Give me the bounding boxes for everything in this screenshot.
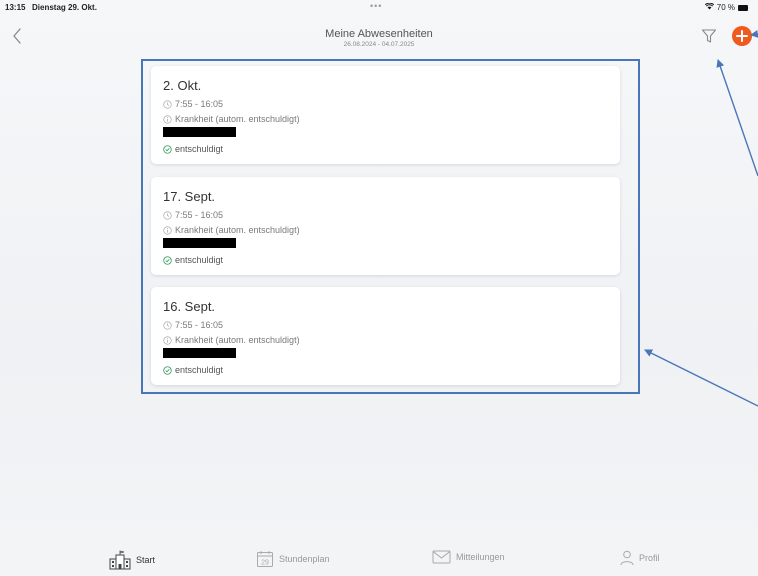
annotation-highlight-box bbox=[141, 59, 640, 394]
tab-stundenplan-label: Stundenplan bbox=[279, 554, 330, 564]
battery-percent: 70 % bbox=[716, 3, 735, 12]
tab-start-label: Start bbox=[136, 555, 156, 565]
mail-icon bbox=[432, 550, 451, 564]
school-icon bbox=[109, 550, 131, 570]
person-icon bbox=[620, 550, 634, 566]
tab-start[interactable]: Start bbox=[109, 550, 155, 570]
multitask-dots[interactable]: ••• bbox=[370, 1, 382, 11]
calendar-icon: 29 bbox=[257, 551, 273, 567]
filter-icon bbox=[701, 29, 717, 43]
header-title-block: Meine Abwesenheiten 26.08.2024 - 04.07.2… bbox=[0, 28, 758, 48]
battery-icon bbox=[738, 4, 748, 11]
add-absence-button[interactable] bbox=[732, 26, 752, 46]
filter-button[interactable] bbox=[700, 27, 718, 45]
tab-mitteilungen-label: Mitteilungen bbox=[456, 552, 505, 562]
plus-circle-icon bbox=[736, 30, 748, 42]
page-title: Meine Abwesenheiten bbox=[325, 28, 433, 40]
calendar-day: 29 bbox=[261, 560, 269, 567]
annotation-arrow bbox=[716, 59, 758, 177]
tab-profil[interactable]: Profil bbox=[620, 550, 660, 566]
status-bar: 13:15 Dienstag 29. Okt. ••• 70 % bbox=[0, 0, 758, 14]
tab-mitteilungen[interactable]: Mitteilungen bbox=[432, 550, 505, 564]
status-right: 70 % bbox=[704, 2, 748, 12]
status-time: 13:15 bbox=[5, 3, 26, 12]
page-subtitle: 26.08.2024 - 04.07.2025 bbox=[343, 41, 415, 48]
tab-stundenplan[interactable]: 29 Stundenplan bbox=[256, 550, 330, 568]
bottom-tab-bar: Start 29 Stundenplan Mitteilungen Profil bbox=[0, 548, 758, 576]
annotation-arrow bbox=[644, 349, 758, 407]
wifi-icon bbox=[704, 2, 714, 12]
status-date: Dienstag 29. Okt. bbox=[32, 3, 97, 12]
tab-profil-label: Profil bbox=[639, 553, 660, 563]
